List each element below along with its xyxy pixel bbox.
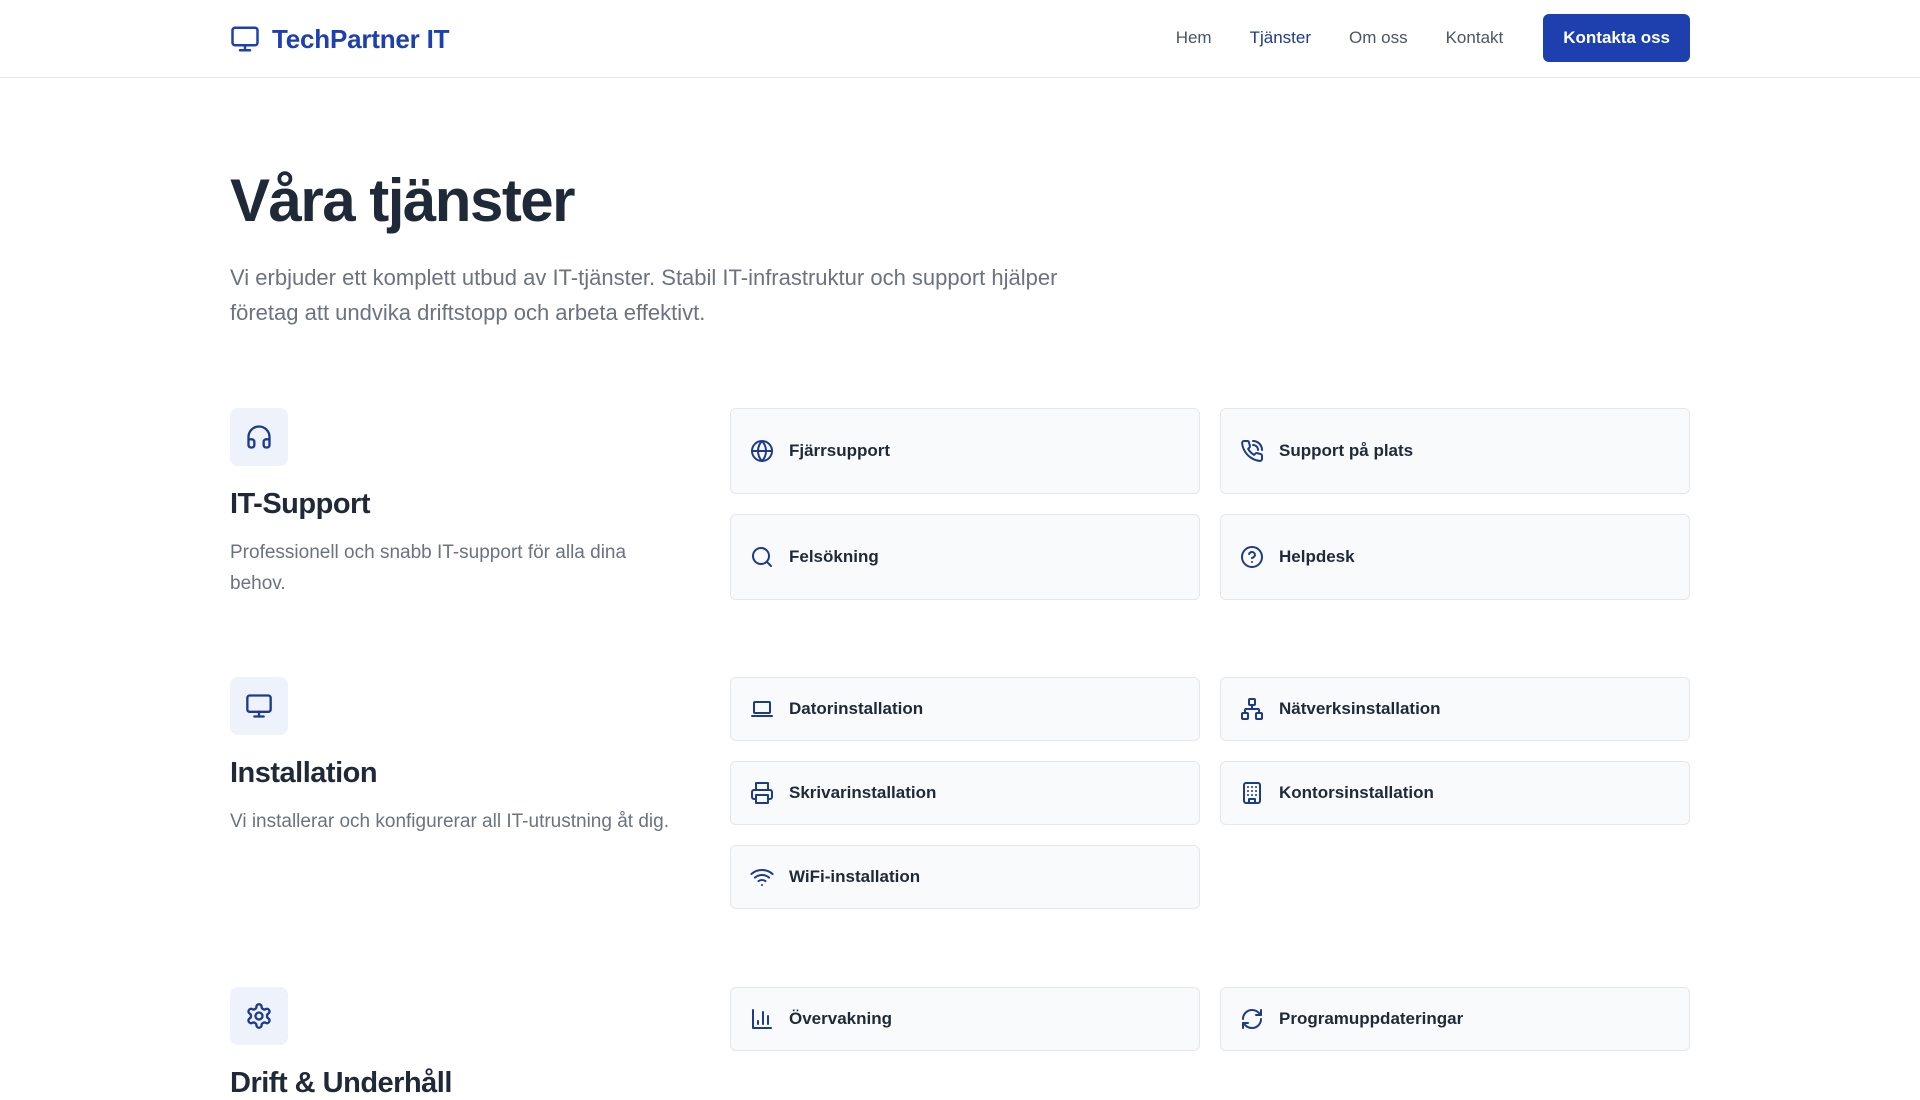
service-card-label: Övervakning xyxy=(789,1009,892,1028)
service-card-remote-support[interactable]: Fjärrsupport xyxy=(730,408,1200,494)
phone-icon xyxy=(1241,440,1264,462)
service-card-printer-installation[interactable]: Skrivarinstallation xyxy=(730,761,1200,825)
bar-chart-icon xyxy=(752,1009,772,1029)
section-description: Professionell och snabb IT-support för a… xyxy=(230,542,627,594)
nav-services[interactable]: Tjänster xyxy=(1250,28,1311,48)
service-card-label: WiFi-installation xyxy=(789,867,921,886)
refresh-icon xyxy=(1242,1009,1262,1029)
service-card-label: Programuppdateringar xyxy=(1279,1009,1464,1028)
nav-contact[interactable]: Kontakt xyxy=(1446,28,1504,48)
network-icon xyxy=(1241,698,1263,720)
service-card-label: Felsökning xyxy=(789,547,879,566)
service-card-wifi-installation[interactable]: WiFi-installation xyxy=(730,845,1200,909)
section-icon-box xyxy=(230,408,288,466)
service-card-helpdesk[interactable]: Helpdesk xyxy=(1220,514,1690,600)
logo-text: TechPartner IT xyxy=(272,23,450,54)
logo[interactable]: TechPartner IT xyxy=(230,22,450,56)
service-card-monitoring[interactable]: Övervakning xyxy=(730,987,1200,1051)
service-card-label: Nätverksinstallation xyxy=(1279,699,1441,718)
section-title: Drift & Underhåll xyxy=(230,1067,452,1099)
service-card-network-installation[interactable]: Nätverksinstallation xyxy=(1220,677,1690,741)
section-installation: Installation Vi installerar och konfigur… xyxy=(230,677,680,837)
monitor-icon xyxy=(246,694,272,718)
printer-icon xyxy=(751,782,773,804)
help-circle-icon xyxy=(1241,546,1263,568)
service-card-label: Skrivarinstallation xyxy=(789,783,937,802)
service-card-office-installation[interactable]: Kontorsinstallation xyxy=(1220,761,1690,825)
section-icon-box xyxy=(230,987,288,1045)
service-card-label: Helpdesk xyxy=(1279,547,1355,566)
service-card-troubleshooting[interactable]: Felsökning xyxy=(730,514,1200,600)
main-nav: Hem Tjänster Om oss Kontakt Kontakta oss xyxy=(1176,14,1690,62)
monitor-icon xyxy=(231,26,259,52)
section-title: IT-Support xyxy=(230,488,370,520)
service-card-label: Kontorsinstallation xyxy=(1279,783,1434,802)
page-title: Våra tjänster xyxy=(230,167,576,234)
service-card-label: Support på plats xyxy=(1279,441,1414,460)
building-icon xyxy=(1243,782,1261,804)
globe-icon xyxy=(751,440,773,462)
page-intro: Vi erbjuder ett komplett utbud av IT-tjä… xyxy=(230,265,1058,325)
service-card-label: Fjärrsupport xyxy=(789,441,891,460)
search-icon xyxy=(752,547,772,567)
section-description: Vi installerar och konfigurerar all IT-u… xyxy=(230,811,669,832)
laptop-icon xyxy=(751,701,773,717)
nav-about[interactable]: Om oss xyxy=(1349,28,1408,48)
section-it-support: IT-Support Professionell och snabb IT-su… xyxy=(230,408,680,599)
wifi-icon xyxy=(750,869,774,886)
service-card-computer-installation[interactable]: Datorinstallation xyxy=(730,677,1200,741)
section-operations-maintenance: Drift & Underhåll xyxy=(230,987,680,1100)
site-header: TechPartner IT Hem Tjänster Om oss Konta… xyxy=(0,0,1920,78)
service-card-onsite-support[interactable]: Support på plats xyxy=(1220,408,1690,494)
section-icon-box xyxy=(230,677,288,735)
section-title: Installation xyxy=(230,757,378,789)
contact-us-button[interactable]: Kontakta oss xyxy=(1543,14,1690,62)
service-card-software-updates[interactable]: Programuppdateringar xyxy=(1220,987,1690,1051)
gear-icon xyxy=(247,1003,271,1029)
nav-home[interactable]: Hem xyxy=(1176,28,1212,48)
headphones-icon xyxy=(247,425,271,449)
service-card-label: Datorinstallation xyxy=(789,699,924,718)
